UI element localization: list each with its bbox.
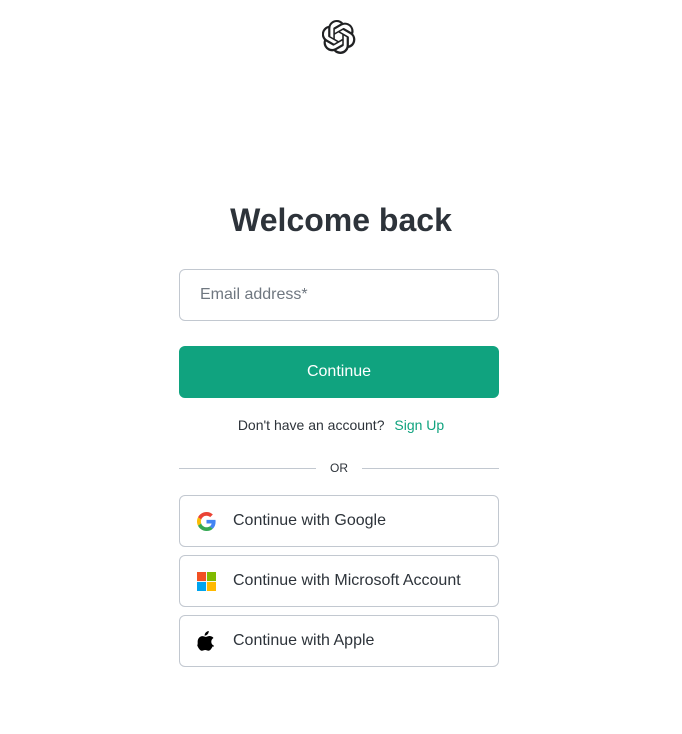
divider-text: OR — [330, 461, 348, 475]
openai-logo-icon — [322, 20, 356, 54]
microsoft-button-label: Continue with Microsoft Account — [233, 572, 461, 589]
email-field[interactable] — [179, 269, 499, 321]
continue-with-microsoft-button[interactable]: Continue with Microsoft Account — [179, 555, 499, 607]
signup-row: Don't have an account? Sign Up — [0, 416, 682, 434]
continue-with-apple-button[interactable]: Continue with Apple — [179, 615, 499, 667]
login-page: Welcome back Continue Don't have an acco… — [0, 0, 682, 734]
continue-button[interactable]: Continue — [179, 346, 499, 398]
or-divider: OR — [179, 458, 499, 478]
apple-button-label: Continue with Apple — [233, 632, 375, 649]
divider-line-left — [179, 467, 316, 469]
divider-line-right — [362, 467, 499, 469]
google-button-label: Continue with Google — [233, 512, 386, 529]
google-icon — [196, 511, 216, 531]
microsoft-icon — [196, 571, 216, 591]
signup-link[interactable]: Sign Up — [394, 417, 444, 433]
apple-icon — [196, 631, 216, 651]
page-title: Welcome back — [230, 202, 452, 238]
continue-with-google-button[interactable]: Continue with Google — [179, 495, 499, 547]
signup-prompt: Don't have an account? — [237, 417, 385, 433]
